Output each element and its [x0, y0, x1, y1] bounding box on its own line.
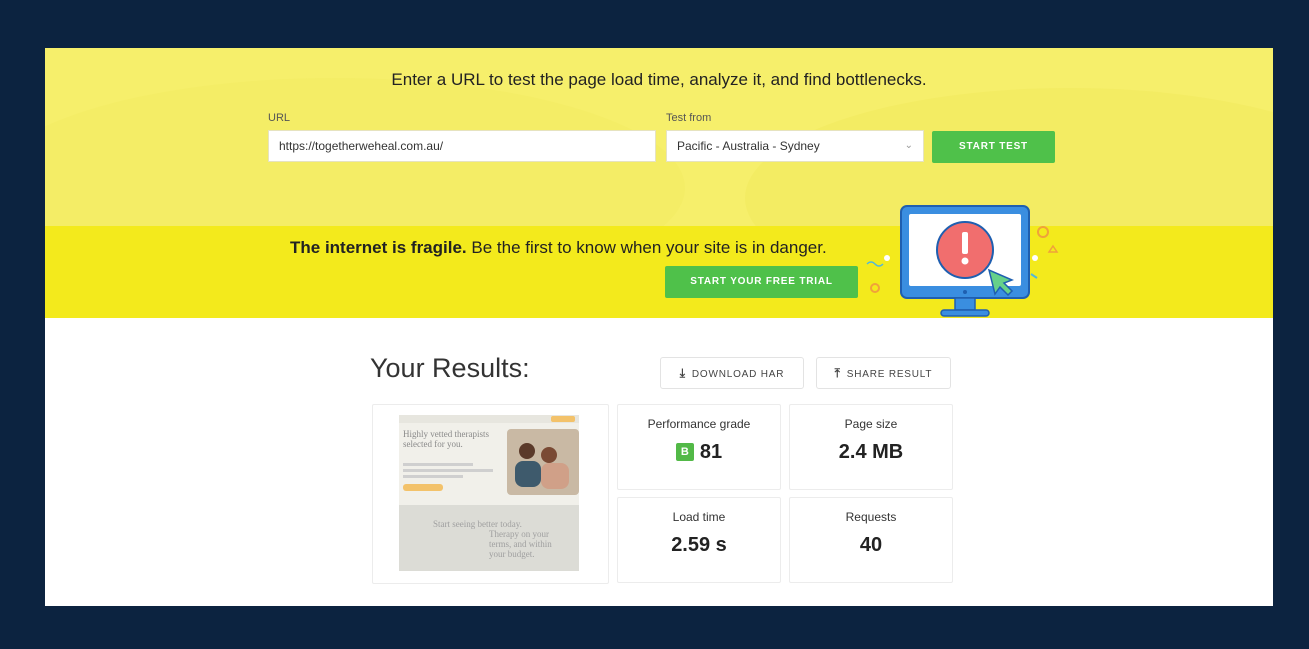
- screenshot-cta: [403, 484, 443, 491]
- page-screenshot: Highly vetted therapists selected for yo…: [399, 415, 579, 571]
- metric-value: 2.4 MB: [838, 441, 904, 463]
- performance-score: 81: [699, 441, 723, 463]
- metric-value: B 81: [618, 441, 780, 464]
- grade-badge: B: [675, 443, 694, 461]
- banner-rest-text: Be the first to know when your site is i…: [466, 238, 827, 257]
- page-size-card: Page size 2.4 MB: [789, 404, 953, 490]
- test-from-label: Test from: [666, 112, 712, 124]
- performance-grade-card: Performance grade B 81: [617, 404, 781, 490]
- requests-card: Requests 40: [789, 497, 953, 583]
- metric-value: 40: [859, 534, 883, 556]
- load-time-card: Load time 2.59 s: [617, 497, 781, 583]
- page-screenshot-card: Highly vetted therapists selected for yo…: [372, 404, 609, 584]
- share-result-button[interactable]: ⤒ SHARE RESULT: [816, 357, 951, 389]
- download-icon: ⤓: [679, 366, 686, 380]
- metric-label: Page size: [844, 417, 898, 431]
- url-input[interactable]: https://togetherweheal.com.au/: [268, 130, 656, 162]
- url-label: URL: [268, 112, 291, 124]
- screenshot-headline: Highly vetted therapists selected for yo…: [403, 429, 489, 449]
- screenshot-subhead-2: Therapy on your terms, and within your b…: [489, 529, 552, 559]
- banner-bold-text: The internet is fragile.: [290, 238, 467, 257]
- metric-label: Performance grade: [647, 417, 751, 431]
- page-frame: Enter a URL to test the page load time, …: [45, 48, 1273, 606]
- start-test-button[interactable]: START TEST: [932, 131, 1055, 163]
- banner-text: The internet is fragile. Be the first to…: [290, 238, 827, 258]
- metric-label: Requests: [845, 510, 897, 524]
- share-result-label: SHARE RESULT: [846, 369, 933, 380]
- alert-monitor-icon: [866, 205, 1059, 317]
- hero-title: Enter a URL to test the page load time, …: [391, 70, 927, 89]
- test-location-value: Pacific - Australia - Sydney: [677, 139, 820, 153]
- share-icon: ⤒: [834, 366, 841, 380]
- start-free-trial-button[interactable]: START YOUR FREE TRIAL: [665, 266, 858, 298]
- screenshot-photo: [507, 429, 579, 495]
- results-title: Your Results:: [370, 353, 530, 383]
- download-har-button[interactable]: ⤓ DOWNLOAD HAR: [660, 357, 804, 389]
- metric-value: 2.59 s: [671, 534, 727, 556]
- download-har-label: DOWNLOAD HAR: [691, 369, 785, 380]
- screenshot-subhead: Start seeing better today.: [433, 519, 522, 529]
- chevron-down-icon: ⌄: [904, 140, 913, 151]
- test-location-select[interactable]: Pacific - Australia - Sydney ⌄: [666, 130, 924, 162]
- metric-label: Load time: [672, 510, 726, 524]
- screenshot-navbar: [399, 415, 579, 423]
